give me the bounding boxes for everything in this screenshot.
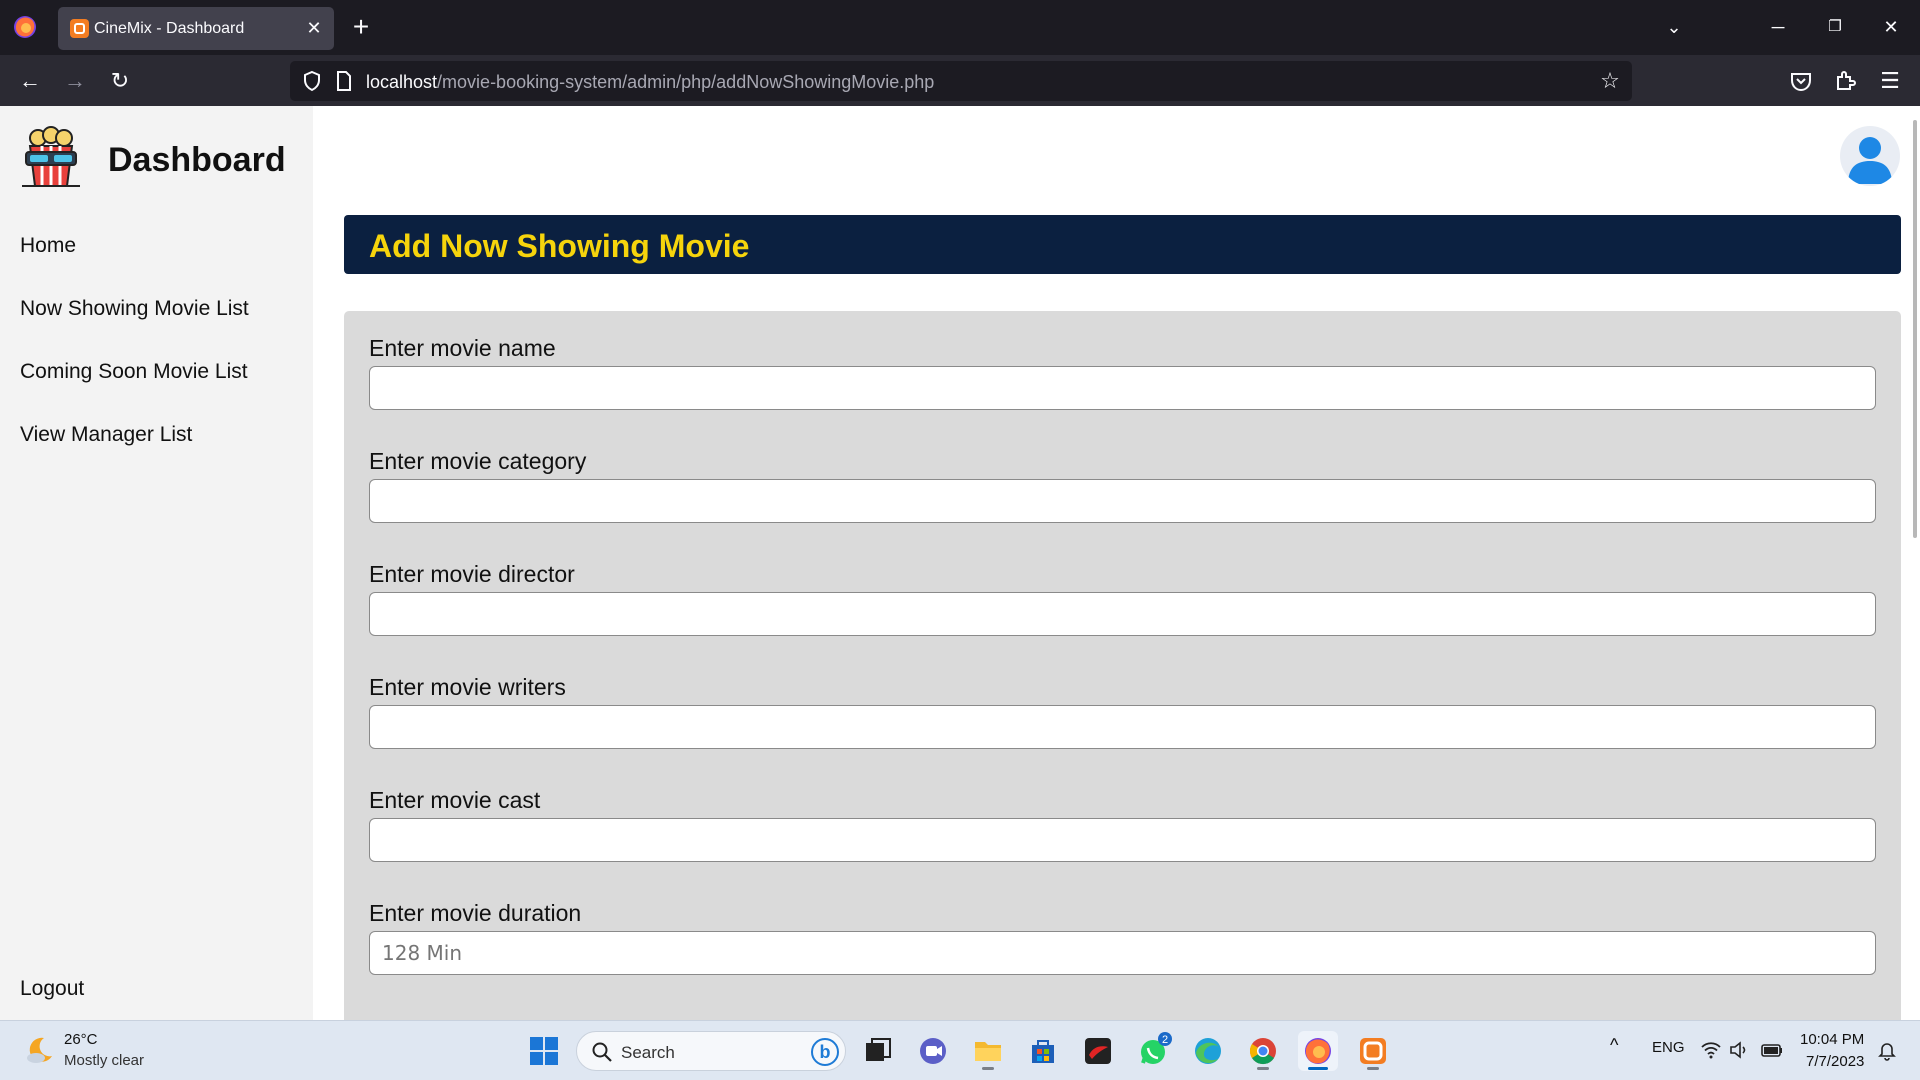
teams-chat-icon — [920, 1038, 946, 1064]
url-text: localhost/movie-booking-system/admin/php… — [366, 72, 934, 93]
clock-date[interactable]: 7/7/2023 — [1806, 1053, 1864, 1070]
add-movie-form: Enter movie name Enter movie category En… — [344, 311, 1901, 1020]
movie-name-input[interactable] — [369, 366, 1876, 410]
microsoft-store-button[interactable] — [1023, 1031, 1063, 1071]
minimize-window-button[interactable]: ─ — [1758, 12, 1798, 42]
user-avatar-icon[interactable] — [1840, 126, 1900, 186]
search-label: Search — [621, 1043, 675, 1062]
weather-moon-icon[interactable] — [24, 1034, 56, 1066]
scrollbar-thumb[interactable] — [1913, 120, 1917, 538]
browser-nav-bar: ← → ↻ localhost/movie-booking-system/adm… — [0, 55, 1920, 106]
page-scrollbar[interactable] — [1908, 106, 1920, 1020]
game-app-icon — [1085, 1038, 1111, 1064]
movie-cast-label: Enter movie cast — [369, 787, 541, 813]
reload-button[interactable]: ↻ — [104, 65, 136, 97]
new-tab-button[interactable]: + — [346, 12, 376, 42]
movie-duration-input[interactable] — [369, 931, 1876, 975]
windows-taskbar: 26°C Mostly clear Search b 2 ^ ENG 10:04… — [0, 1020, 1920, 1080]
sidebar-item-coming-soon-movie-list[interactable]: Coming Soon Movie List — [20, 360, 248, 384]
running-indicator — [982, 1067, 994, 1070]
tab-title: CineMix - Dashboard — [94, 20, 245, 37]
page-info-icon[interactable] — [332, 69, 356, 93]
clock-time[interactable]: 10:04 PM — [1800, 1031, 1864, 1048]
weather-description: Mostly clear — [64, 1052, 145, 1069]
taskbar-search-box[interactable]: Search b — [576, 1031, 846, 1071]
folder-icon — [975, 1042, 1001, 1061]
sidebar-item-home[interactable]: Home — [20, 234, 76, 258]
sidebar: Dashboard Home Now Showing Movie List Co… — [0, 106, 313, 1020]
xampp-favicon-icon — [70, 19, 89, 38]
browser-tab-bar: CineMix - Dashboard ✕ + ⌄ ─ ❐ ✕ — [0, 0, 1920, 55]
forward-button[interactable]: → — [59, 65, 91, 97]
teams-chat-button[interactable] — [913, 1031, 953, 1071]
user-silhouette-icon — [1848, 137, 1892, 184]
extensions-icon[interactable] — [1832, 68, 1858, 94]
firefox-menu-icon[interactable] — [12, 14, 38, 40]
language-indicator[interactable]: ENG — [1652, 1039, 1685, 1056]
restore-window-button[interactable]: ❐ — [1815, 12, 1855, 42]
weather-temperature: 26°C — [64, 1031, 98, 1048]
whatsapp-icon: 2 — [1141, 1032, 1172, 1064]
movie-name-label: Enter movie name — [369, 335, 556, 361]
list-all-tabs-icon[interactable]: ⌄ — [1654, 12, 1694, 42]
movie-duration-label: Enter movie duration — [369, 900, 582, 926]
popcorn-cinema-logo-icon — [22, 126, 80, 187]
windows-start-button[interactable] — [524, 1031, 564, 1071]
edge-icon — [1195, 1038, 1221, 1064]
running-indicator — [1257, 1067, 1269, 1070]
bing-icon[interactable]: b — [811, 1038, 839, 1066]
page-header-bar: Add Now Showing Movie — [344, 215, 1901, 274]
address-bar[interactable]: localhost/movie-booking-system/admin/php… — [290, 61, 1632, 101]
sidebar-item-view-manager-list[interactable]: View Manager List — [20, 423, 192, 447]
battery-charging-icon[interactable] — [1760, 1040, 1784, 1060]
wifi-icon[interactable] — [1700, 1040, 1722, 1060]
logout-link[interactable]: Logout — [20, 977, 84, 1001]
bookmark-star-icon[interactable]: ☆ — [1596, 67, 1624, 95]
sidebar-item-now-showing-movie-list[interactable]: Now Showing Movie List — [20, 297, 249, 321]
search-icon — [592, 1042, 612, 1062]
game-app-button[interactable] — [1078, 1031, 1118, 1071]
tab-cinemix-dashboard[interactable]: CineMix - Dashboard ✕ — [58, 7, 334, 50]
back-button[interactable]: ← — [14, 65, 46, 97]
store-bag-icon — [1032, 1040, 1054, 1063]
xampp-button[interactable] — [1353, 1031, 1393, 1071]
notification-bell-icon[interactable] — [1876, 1039, 1898, 1061]
movie-cast-input[interactable] — [369, 818, 1876, 862]
web-page: Dashboard Home Now Showing Movie List Co… — [0, 106, 1920, 1020]
running-indicator — [1367, 1067, 1379, 1070]
file-explorer-button[interactable] — [968, 1031, 1008, 1071]
page-title: Add Now Showing Movie — [369, 228, 750, 264]
pocket-icon[interactable] — [1788, 68, 1814, 94]
movie-writers-input[interactable] — [369, 705, 1876, 749]
task-view-icon — [866, 1038, 891, 1061]
firefox-button[interactable] — [1298, 1031, 1338, 1071]
movie-category-input[interactable] — [369, 479, 1876, 523]
sidebar-title: Dashboard — [108, 141, 286, 179]
close-window-button[interactable]: ✕ — [1871, 12, 1911, 42]
movie-writers-label: Enter movie writers — [369, 674, 566, 700]
windows-logo-icon — [530, 1037, 558, 1065]
whatsapp-badge-count: 2 — [1162, 1034, 1168, 1046]
xampp-icon — [1360, 1038, 1386, 1064]
main-content: Add Now Showing Movie Enter movie name E… — [313, 106, 1920, 1020]
task-view-button[interactable] — [858, 1031, 898, 1071]
movie-director-input[interactable] — [369, 592, 1876, 636]
active-app-indicator — [1308, 1067, 1328, 1070]
close-tab-icon[interactable]: ✕ — [302, 16, 326, 40]
app-menu-icon[interactable]: ☰ — [1874, 65, 1906, 97]
chrome-button[interactable] — [1243, 1031, 1283, 1071]
chrome-icon — [1249, 1038, 1276, 1065]
firefox-icon — [1305, 1038, 1331, 1064]
whatsapp-button[interactable]: 2 — [1133, 1031, 1173, 1071]
edge-button[interactable] — [1188, 1031, 1228, 1071]
volume-icon[interactable] — [1728, 1040, 1750, 1060]
show-hidden-icons-chevron-icon[interactable]: ^ — [1610, 1035, 1618, 1056]
tracking-protection-shield-icon[interactable] — [300, 69, 324, 93]
movie-director-label: Enter movie director — [369, 561, 575, 587]
url-host: localhost — [366, 72, 438, 92]
movie-category-label: Enter movie category — [369, 448, 587, 474]
url-path: /movie-booking-system/admin/php/addNowSh… — [437, 72, 935, 92]
